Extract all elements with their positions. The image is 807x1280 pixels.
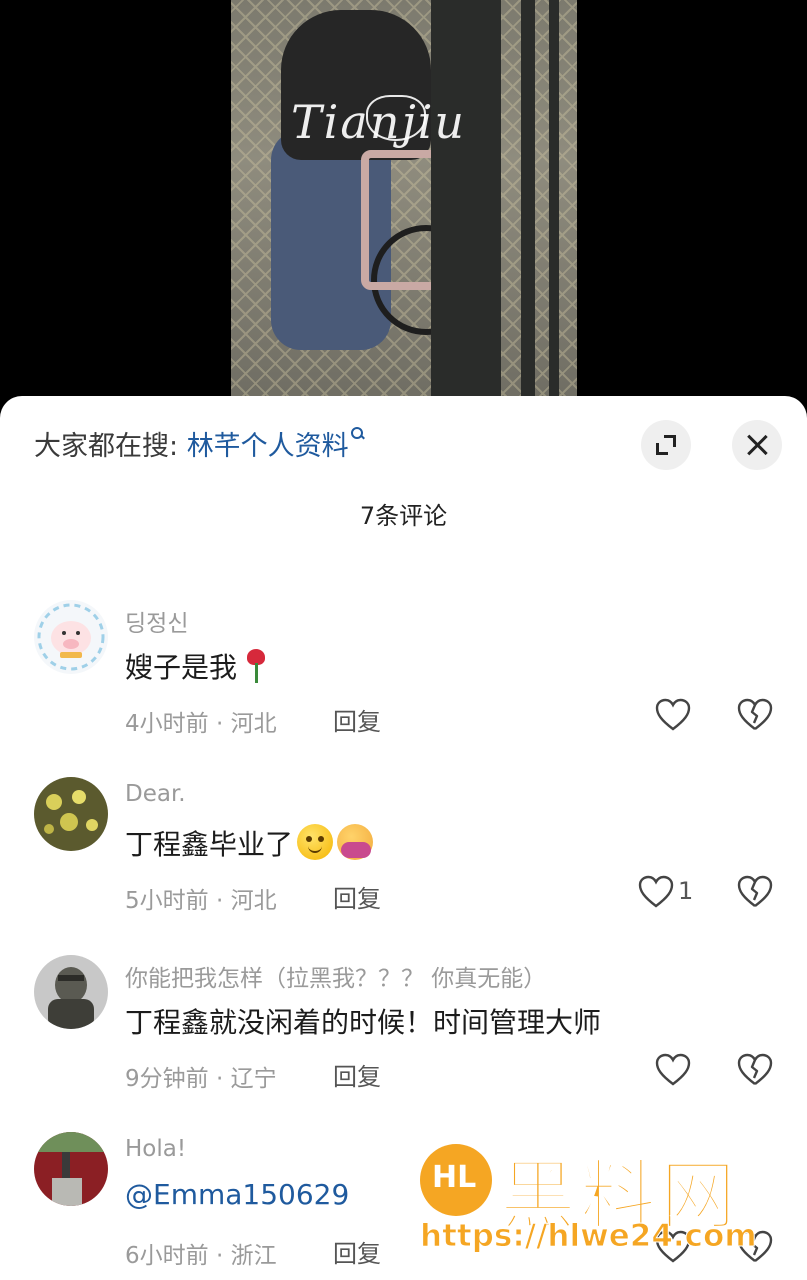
comment-item: 你能把我怎样（拉黑我？？？ 你真无能） 丁程鑫就没闲着的时候！时间管理大师 9分… <box>0 955 807 1125</box>
like-button[interactable] <box>655 1053 715 1089</box>
comment-username[interactable]: 딩정신 <box>125 604 188 638</box>
site-watermark: 黑料网 https://hlwe24.com <box>420 1138 807 1280</box>
comment-meta: 4小时前 · 河北 <box>125 711 277 737</box>
dislike-broken-heart-icon[interactable] <box>737 875 773 909</box>
video-player[interactable]: Tianjiu <box>0 0 807 410</box>
video-frame[interactable]: Tianjiu <box>231 0 577 400</box>
smile-emoji-icon <box>297 824 334 860</box>
comment-username[interactable]: 你能把我怎样（拉黑我？？？ 你真无能） <box>125 959 546 993</box>
comment-count: 7条评论 <box>359 502 448 530</box>
fence-pole <box>431 0 501 400</box>
dislike-broken-heart-icon[interactable] <box>737 698 773 732</box>
comment-mention-link[interactable]: @Emma150629 <box>125 1178 349 1211</box>
dislike-broken-heart-icon[interactable] <box>737 1053 773 1087</box>
trending-search-link[interactable]: 林芊个人资料 <box>187 431 349 462</box>
hug-emoji-icon <box>337 824 374 860</box>
avatar[interactable] <box>34 777 108 851</box>
fence-pole <box>521 0 535 400</box>
reply-button[interactable]: 回复 <box>333 702 381 737</box>
trending-search-prefix: 大家都在搜: <box>34 431 187 462</box>
comment-meta: 9分钟前 · 辽宁 <box>125 1066 277 1092</box>
like-button[interactable] <box>655 698 715 734</box>
heart-icon <box>655 698 691 731</box>
avatar[interactable] <box>34 1132 108 1206</box>
comment-item: 딩정신 嫂子是我 4小时前 · 河北 回复 <box>0 600 807 770</box>
comment-item: Dear. 丁程鑫毕业了 5小时前 · 河北 回复 1 <box>0 777 807 947</box>
close-button[interactable] <box>732 420 782 470</box>
search-icon <box>350 427 365 441</box>
watermark-logo-icon <box>420 1144 492 1216</box>
expand-button[interactable] <box>641 420 691 470</box>
fence-pole <box>549 0 559 400</box>
avatar[interactable] <box>34 600 108 674</box>
comment-content: 丁程鑫毕业了 <box>125 823 374 863</box>
avatar[interactable] <box>34 955 108 1029</box>
comment-content: 丁程鑫就没闲着的时候！时间管理大师 <box>125 1006 602 1039</box>
reply-button[interactable]: 回复 <box>333 879 381 914</box>
comment-content: 嫂子是我 <box>125 646 267 686</box>
expand-icon <box>656 435 676 455</box>
comment-username[interactable]: Hola! <box>125 1136 186 1162</box>
trending-search[interactable]: 大家都在搜: 林芊个人资料 <box>34 424 365 463</box>
reply-button[interactable]: 回复 <box>333 1057 381 1092</box>
reply-button[interactable]: 回复 <box>333 1234 381 1269</box>
heart-icon <box>638 875 674 908</box>
rose-emoji-icon <box>245 647 267 683</box>
heart-icon <box>655 1053 691 1086</box>
like-count: 1 <box>678 877 694 905</box>
comment-username[interactable]: Dear. <box>125 781 186 807</box>
video-watermark: Tianjiu <box>291 95 467 149</box>
comment-meta: 6小时前 · 浙江 <box>125 1243 277 1269</box>
comment-meta: 5小时前 · 河北 <box>125 888 277 914</box>
watermark-url: https://hlwe24.com <box>420 1218 758 1255</box>
like-button[interactable]: 1 <box>638 875 698 911</box>
close-icon <box>744 432 770 458</box>
